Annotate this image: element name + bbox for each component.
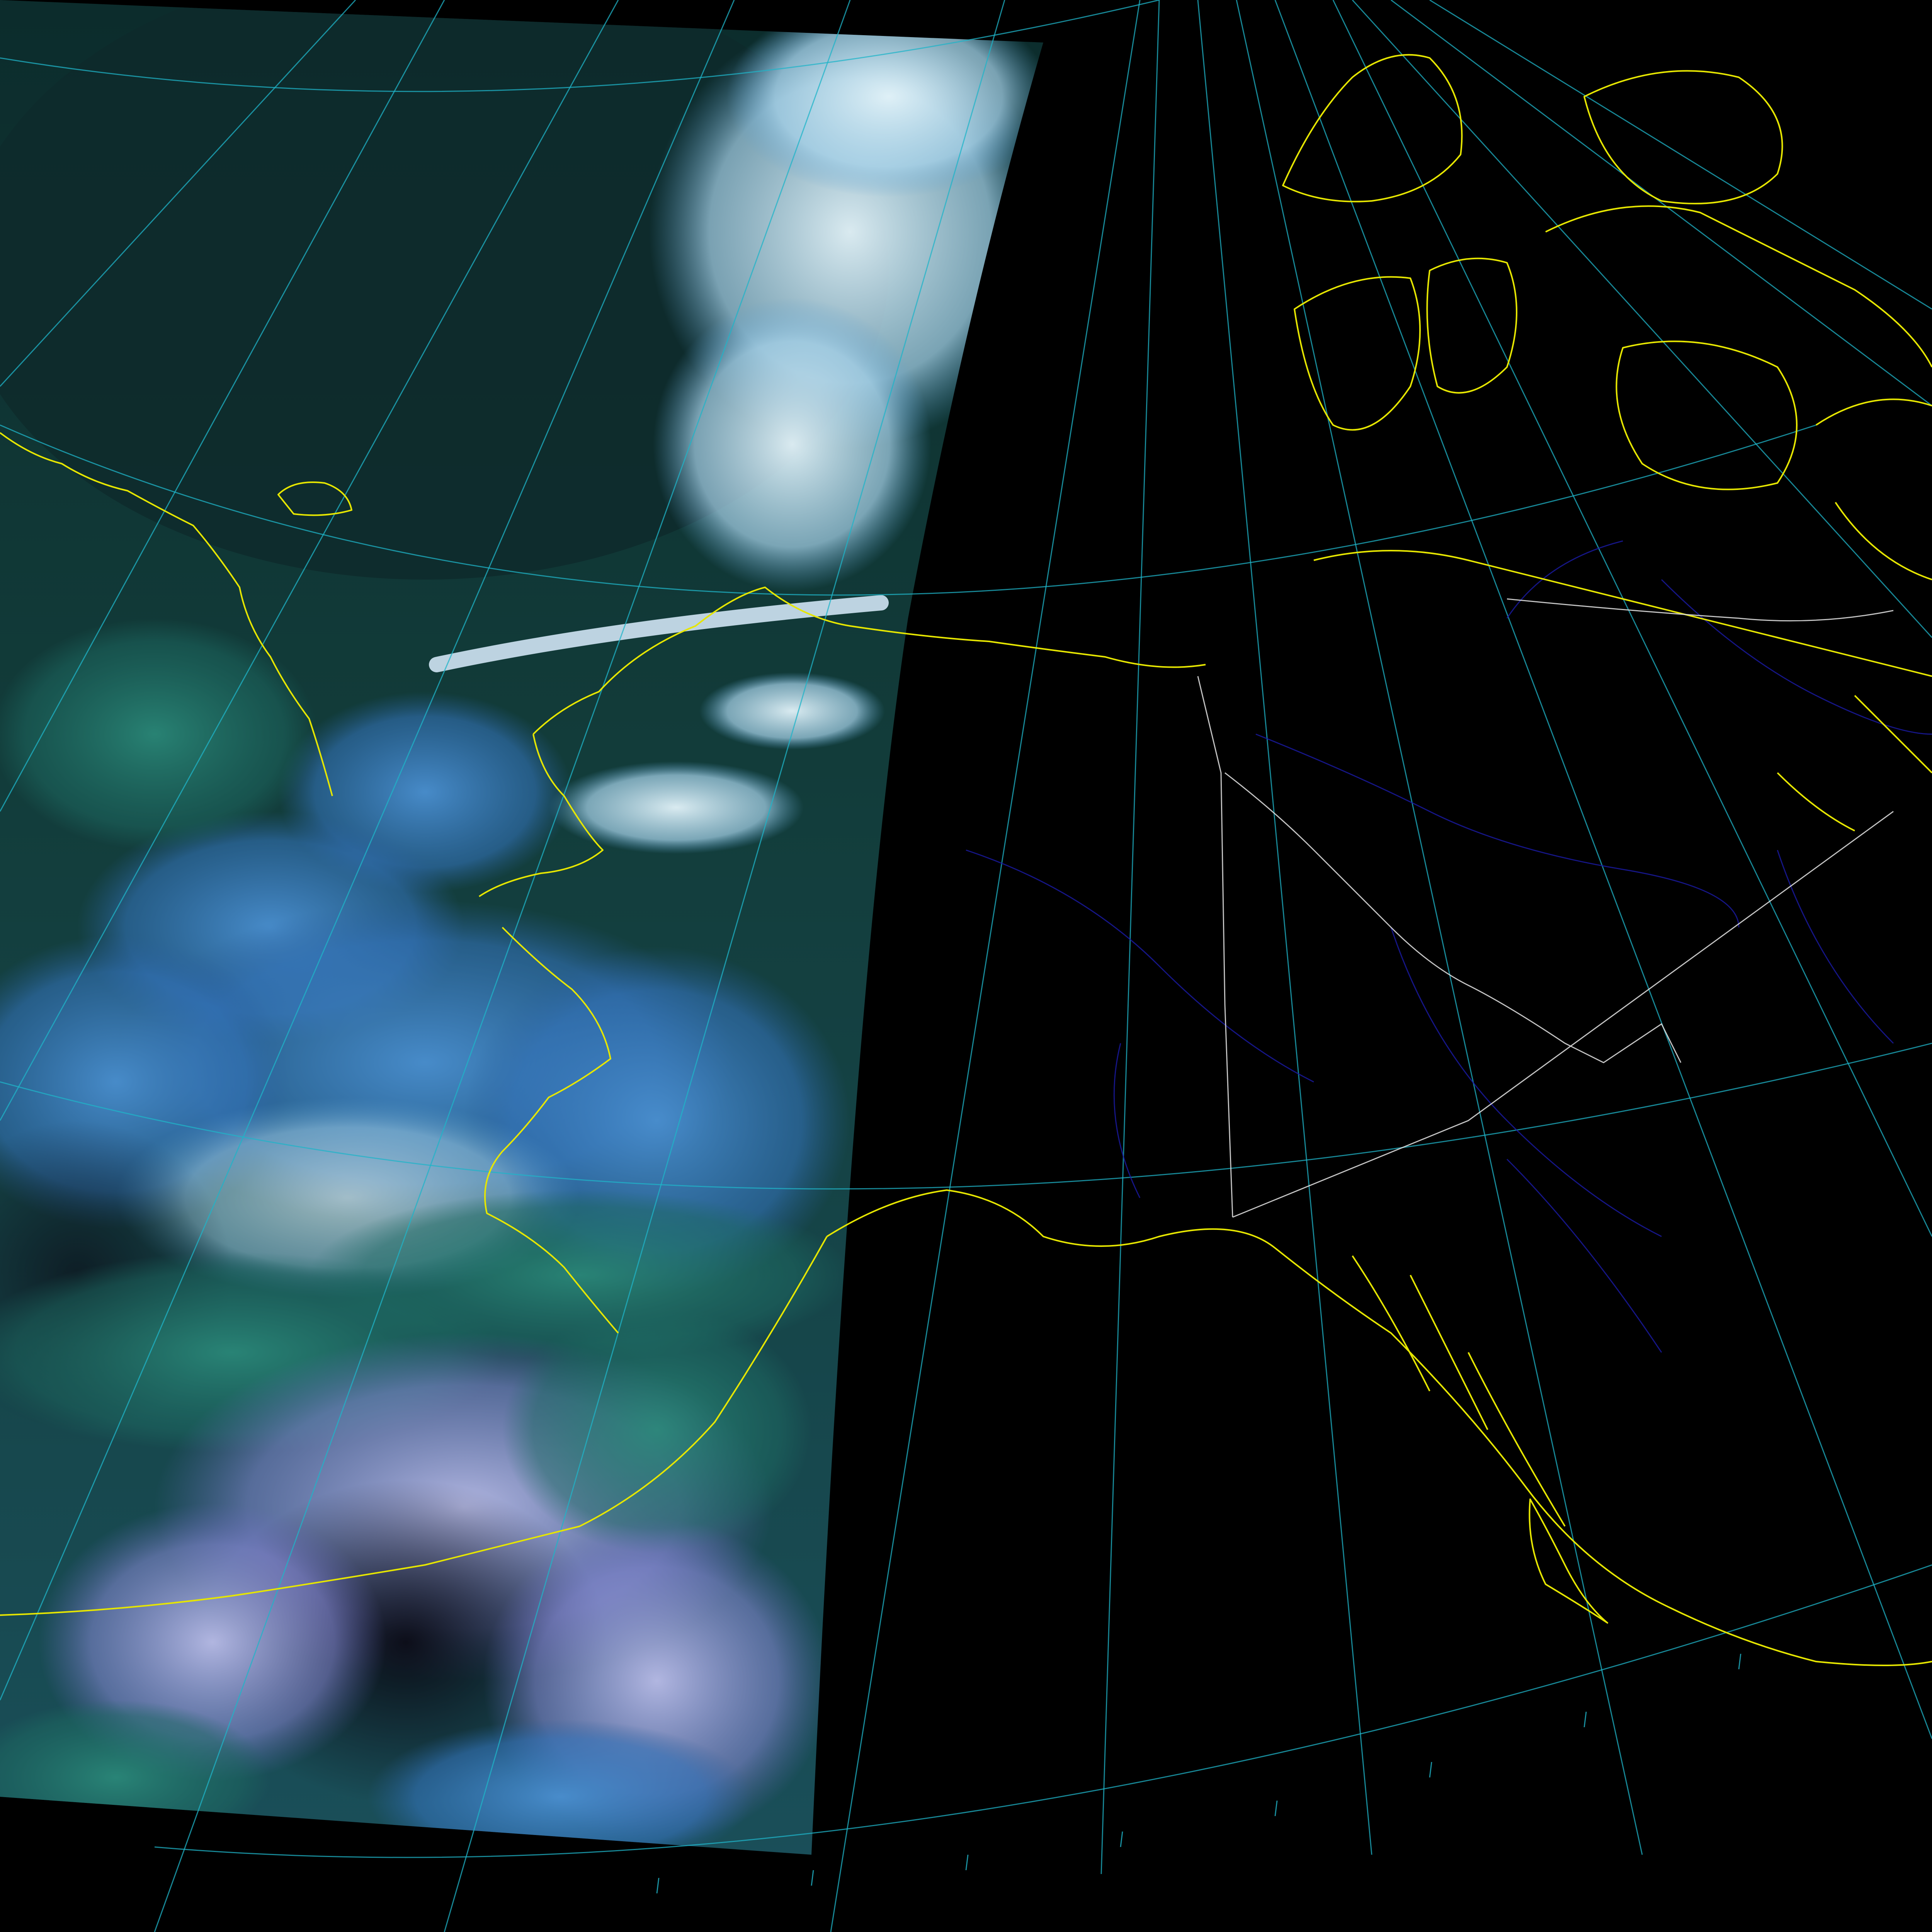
satellite-map (0, 0, 1932, 1932)
